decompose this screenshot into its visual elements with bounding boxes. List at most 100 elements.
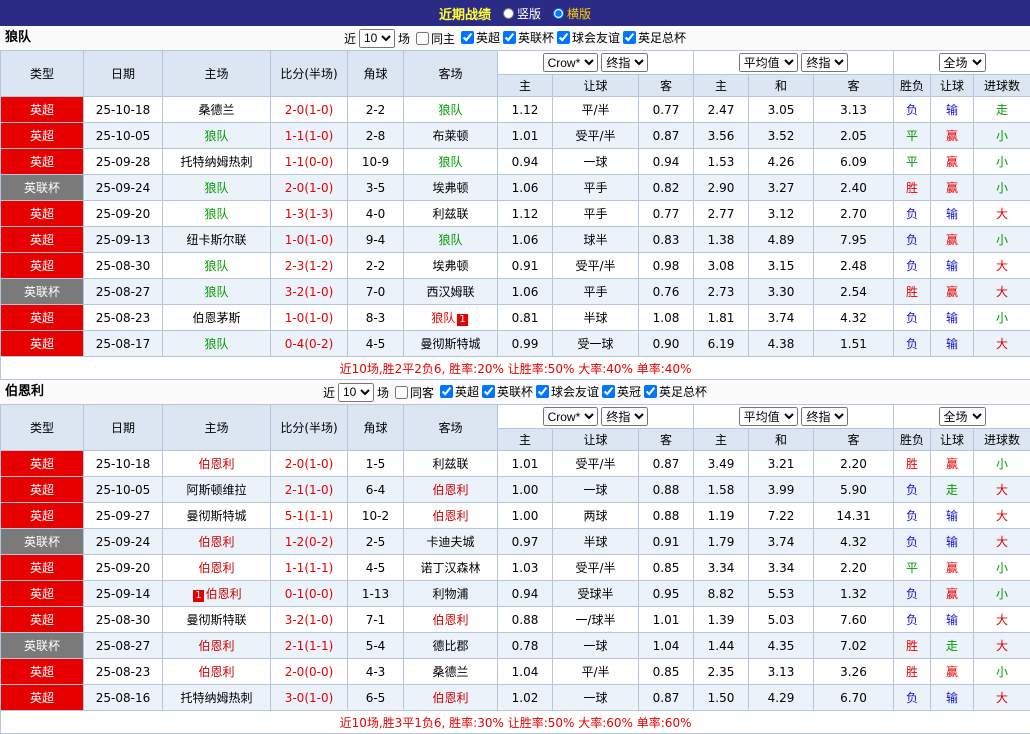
team-label[interactable]: 诺丁汉森林 xyxy=(420,561,480,575)
league-checkbox[interactable] xyxy=(536,385,549,398)
team-label[interactable]: 狼队 xyxy=(204,207,228,221)
odds-away: 0.90 xyxy=(639,331,694,357)
league-filter-球会友谊[interactable]: 球会友谊 xyxy=(554,29,620,46)
league-filter-英足总杯[interactable]: 英足总杯 xyxy=(620,29,686,46)
team-label[interactable]: 托特纳姆热刺 xyxy=(180,155,252,169)
team-label[interactable]: 利物浦 xyxy=(432,587,468,601)
team-label[interactable]: 狼队 xyxy=(204,129,228,143)
same-venue-filter[interactable]: 同客 xyxy=(392,384,434,401)
team-label[interactable]: 阿斯顿维拉 xyxy=(186,483,246,497)
team-label[interactable]: 伯恩利 xyxy=(432,509,468,523)
result-outcome: 胜 xyxy=(894,175,931,201)
match-date: 25-10-18 xyxy=(84,97,163,123)
team-label[interactable]: 伯恩利 xyxy=(198,535,234,549)
league-filter-英足总杯[interactable]: 英足总杯 xyxy=(641,383,707,400)
team-label[interactable]: 狼队 xyxy=(204,181,228,195)
odds-company-select[interactable]: Crow* xyxy=(543,407,598,426)
odds-home: 0.99 xyxy=(498,331,553,357)
match-row: 英超25-08-16托特纳姆热刺3-0(1-0)6-5伯恩利1.02一球0.87… xyxy=(1,685,1030,711)
team-label[interactable]: 托特纳姆热刺 xyxy=(180,691,252,705)
team-label[interactable]: 伯恩茅斯 xyxy=(192,311,240,325)
same-venue-label: 同客 xyxy=(410,384,434,401)
team-label[interactable]: 伯恩利 xyxy=(206,587,242,601)
team-label[interactable]: 伯恩利 xyxy=(198,665,234,679)
team-label[interactable]: 伯恩利 xyxy=(432,691,468,705)
avg-type-select[interactable]: 平均值 xyxy=(739,407,798,426)
corner-score: 2-5 xyxy=(348,529,404,555)
league-checkbox[interactable] xyxy=(482,385,495,398)
team-label[interactable]: 狼队 xyxy=(431,311,455,325)
team-label[interactable]: 埃弗顿 xyxy=(432,181,468,195)
odds-time-select[interactable]: 终指 xyxy=(601,407,648,426)
odds-company-select[interactable]: Crow* xyxy=(543,53,598,72)
scope-select[interactable]: 全场 xyxy=(939,407,986,426)
team-label[interactable]: 桑德兰 xyxy=(198,103,234,117)
layout-radio-vertical[interactable] xyxy=(503,8,514,19)
team-label[interactable]: 伯恩利 xyxy=(432,483,468,497)
team-label[interactable]: 布莱顿 xyxy=(432,129,468,143)
team-label[interactable]: 曼彻斯特城 xyxy=(186,509,246,523)
team-label[interactable]: 伯恩利 xyxy=(198,561,234,575)
league-checkbox[interactable] xyxy=(602,385,615,398)
same-venue-filter[interactable]: 同主 xyxy=(413,30,455,47)
league-filter-英超[interactable]: 英超 xyxy=(458,29,500,46)
team-label[interactable]: 曼彻斯特联 xyxy=(186,613,246,627)
avg-home: 3.49 xyxy=(694,451,749,477)
corner-score: 6-5 xyxy=(348,685,404,711)
avg-home: 1.79 xyxy=(694,529,749,555)
layout-radio-horizontal[interactable] xyxy=(553,8,564,19)
team-label[interactable]: 曼彻斯特城 xyxy=(420,337,480,351)
league-checkbox[interactable] xyxy=(503,31,516,44)
match-count-select[interactable]: 10 xyxy=(338,383,374,402)
team-label[interactable]: 狼队 xyxy=(204,285,228,299)
same-venue-checkbox[interactable] xyxy=(416,32,429,45)
team-label[interactable]: 伯恩利 xyxy=(198,457,234,471)
league-checkbox[interactable] xyxy=(461,31,474,44)
same-venue-checkbox[interactable] xyxy=(395,386,408,399)
layout-option-horizontal[interactable]: 横版 xyxy=(553,5,591,22)
team-label[interactable]: 德比郡 xyxy=(432,639,468,653)
league-checkbox[interactable] xyxy=(623,31,636,44)
corner-score: 2-2 xyxy=(348,253,404,279)
league-checkbox[interactable] xyxy=(440,385,453,398)
team-label[interactable]: 桑德兰 xyxy=(432,665,468,679)
match-score: 0-4(0-2) xyxy=(271,331,348,357)
match-row: 英超25-10-18桑德兰2-0(1-0)2-2狼队1.12平/半0.772.4… xyxy=(1,97,1030,123)
team-label[interactable]: 狼队 xyxy=(204,259,228,273)
avg-time-select[interactable]: 终指 xyxy=(801,407,848,426)
home-team: 纽卡斯尔联 xyxy=(163,227,271,253)
match-date: 25-09-24 xyxy=(84,529,163,555)
team-label[interactable]: 狼队 xyxy=(438,155,462,169)
team-label[interactable]: 伯恩利 xyxy=(198,639,234,653)
match-row: 英超25-09-20狼队1-3(1-3)4-0利兹联1.12平手0.772.77… xyxy=(1,201,1030,227)
avg-away: 3.13 xyxy=(814,97,894,123)
team-label[interactable]: 伯恩利 xyxy=(432,613,468,627)
league-filter-球会友谊[interactable]: 球会友谊 xyxy=(533,383,599,400)
team-label[interactable]: 狼队 xyxy=(438,103,462,117)
league-checkbox[interactable] xyxy=(644,385,657,398)
league-filter-英联杯[interactable]: 英联杯 xyxy=(500,29,554,46)
scope-select[interactable]: 全场 xyxy=(939,53,986,72)
match-date: 25-09-24 xyxy=(84,175,163,201)
league-filter-英联杯[interactable]: 英联杯 xyxy=(479,383,533,400)
team-label[interactable]: 利兹联 xyxy=(432,207,468,221)
odds-time-select[interactable]: 终指 xyxy=(601,53,648,72)
match-count-select[interactable]: 10 xyxy=(359,29,395,48)
avg-time-select[interactable]: 终指 xyxy=(801,53,848,72)
team-label[interactable]: 利兹联 xyxy=(432,457,468,471)
layout-option-vertical[interactable]: 竖版 xyxy=(503,5,541,22)
match-score: 1-1(1-0) xyxy=(271,123,348,149)
avg-type-select[interactable]: 平均值 xyxy=(739,53,798,72)
team-label[interactable]: 狼队 xyxy=(438,233,462,247)
team-label[interactable]: 卡迪夫城 xyxy=(426,535,474,549)
league-checkbox[interactable] xyxy=(557,31,570,44)
match-score: 3-0(1-0) xyxy=(271,685,348,711)
subcol-odds-handicap: 让球 xyxy=(553,429,639,451)
team-label[interactable]: 纽卡斯尔联 xyxy=(186,233,246,247)
near-label: 近 xyxy=(323,384,335,401)
league-filter-英超[interactable]: 英超 xyxy=(437,383,479,400)
league-filter-英冠[interactable]: 英冠 xyxy=(599,383,641,400)
team-label[interactable]: 埃弗顿 xyxy=(432,259,468,273)
team-label[interactable]: 西汉姆联 xyxy=(426,285,474,299)
team-label[interactable]: 狼队 xyxy=(204,337,228,351)
